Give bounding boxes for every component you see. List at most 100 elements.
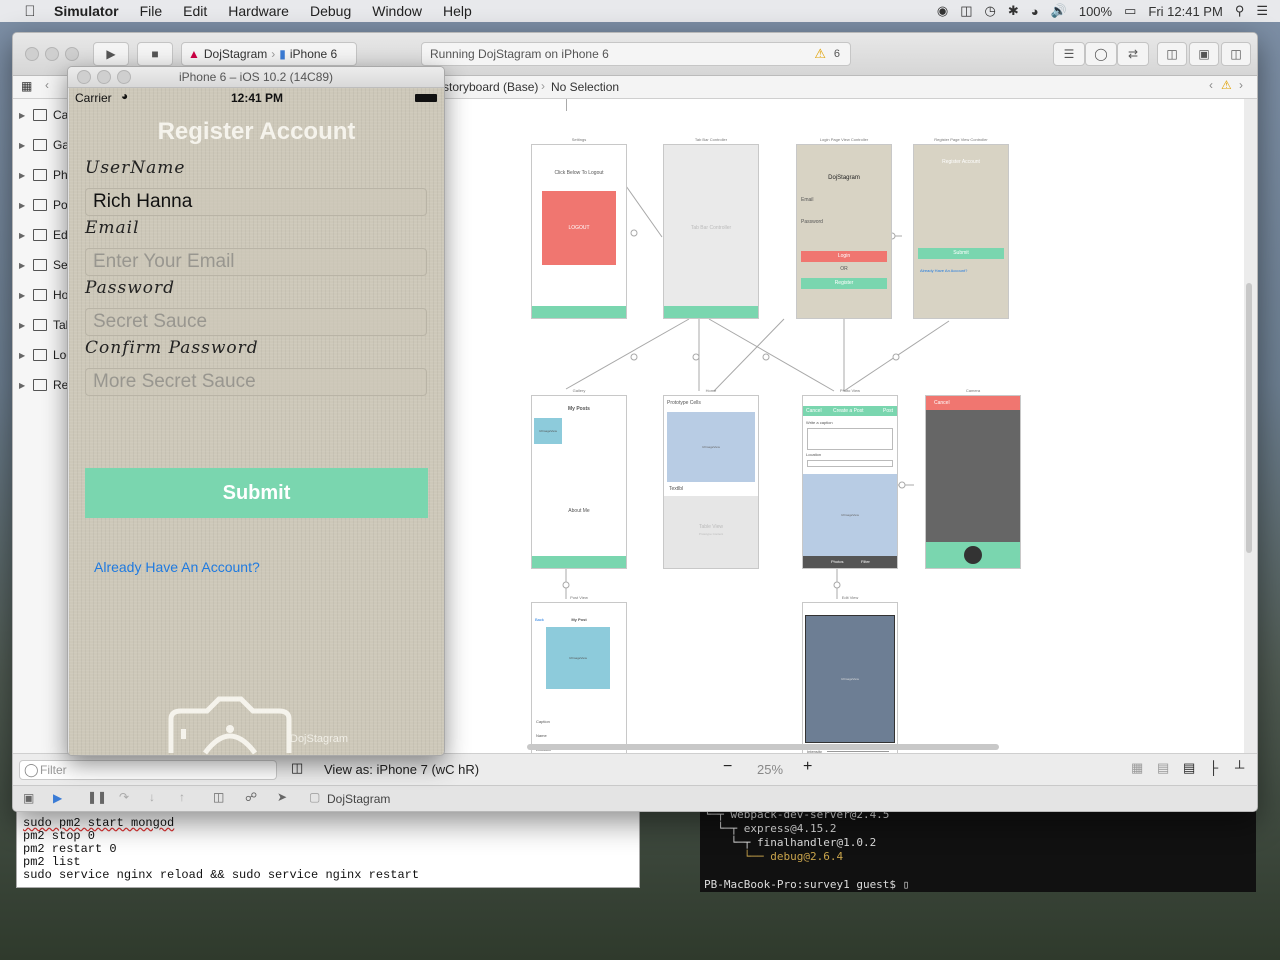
scene-gallery[interactable]: Gallery My Posts UIImageView About Me bbox=[531, 388, 627, 569]
outline-toggle-icon[interactable]: ◫ bbox=[291, 760, 303, 776]
breakpoints-icon[interactable]: ▶ bbox=[53, 791, 62, 805]
grid-icon[interactable]: ▦ bbox=[21, 79, 32, 93]
storyboard-canvas[interactable]: Settings Click Below To Logout LOGOUT Ta… bbox=[444, 99, 1244, 775]
disclosure-triangle-icon[interactable]: ▶ bbox=[19, 351, 29, 360]
apple-icon[interactable]:  bbox=[20, 3, 40, 20]
standard-editor-button[interactable]: ☰ bbox=[1053, 42, 1085, 66]
background-terminal[interactable]: └─┬ webpack-dev-server@2.4.5 └─┬ express… bbox=[700, 808, 1256, 892]
post-label[interactable]: Post bbox=[883, 408, 893, 414]
photos-label[interactable]: Photos bbox=[831, 559, 843, 564]
scheme-selector[interactable]: ▲ DojStagram › ▮ iPhone 6 bbox=[181, 42, 357, 66]
run-button[interactable]: ▶ bbox=[93, 42, 129, 66]
warning-icon[interactable]: ⚠ bbox=[814, 46, 826, 62]
update-frames-icon[interactable]: ▦ bbox=[1131, 760, 1143, 776]
outline-row[interactable]: ▶ Edi bbox=[19, 225, 70, 245]
scene-login[interactable]: Login Page View Controller DojStagram Em… bbox=[796, 137, 892, 319]
display-icon[interactable]: ◫ bbox=[960, 3, 972, 19]
jumpbar-file[interactable]: storyboard (Base) bbox=[443, 80, 538, 94]
zoom-window-button[interactable] bbox=[117, 70, 131, 84]
time-machine-icon[interactable]: ◷ bbox=[985, 3, 996, 19]
battery-percent[interactable]: 100% bbox=[1079, 4, 1112, 19]
outline-row[interactable]: ▶ Ca bbox=[19, 105, 68, 125]
background-text-editor[interactable]: sudo pm2 start mongod pm2 stop 0 pm2 res… bbox=[16, 810, 640, 888]
menu-file[interactable]: File bbox=[140, 3, 163, 19]
menu-app-name[interactable]: Simulator bbox=[54, 3, 119, 19]
disclosure-triangle-icon[interactable]: ▶ bbox=[19, 171, 29, 180]
step-into-icon[interactable]: ↓ bbox=[149, 790, 155, 804]
zoom-out-button[interactable]: − bbox=[723, 758, 732, 776]
password-field[interactable]: Secret Sauce bbox=[85, 308, 427, 336]
outline-row[interactable]: ▶ Log bbox=[19, 345, 73, 365]
submit-button[interactable]: Submit bbox=[85, 468, 428, 518]
prev-issue-icon[interactable]: ‹ bbox=[1209, 78, 1213, 92]
disclosure-triangle-icon[interactable]: ▶ bbox=[19, 321, 29, 330]
logout-button[interactable]: LOGOUT bbox=[542, 191, 616, 265]
back-arrow-icon[interactable]: ‹ bbox=[45, 78, 49, 92]
username-field[interactable]: Rich Hanna bbox=[85, 188, 427, 216]
login-button[interactable]: Login bbox=[801, 251, 887, 262]
location-arrow-icon[interactable]: ➤ bbox=[277, 790, 287, 804]
already-have-account-link[interactable]: Already Have An Account? bbox=[94, 559, 260, 575]
memory-graph-icon[interactable]: ☍ bbox=[245, 790, 257, 804]
menu-hardware[interactable]: Hardware bbox=[228, 3, 289, 19]
terminal-prompt[interactable]: PB-MacBook-Pro:survey1 guest$ bbox=[704, 878, 896, 891]
outline-row[interactable]: ▶ Set bbox=[19, 255, 71, 275]
scene-photo-view[interactable]: Photo View Cancel Create a Post Post Wri… bbox=[802, 388, 898, 569]
disclosure-triangle-icon[interactable]: ▶ bbox=[19, 201, 29, 210]
minimize-window-button[interactable] bbox=[45, 47, 59, 61]
stop-button[interactable]: ■ bbox=[137, 42, 173, 66]
menu-debug[interactable]: Debug bbox=[310, 3, 351, 19]
toggle-utilities-button[interactable]: ◫ bbox=[1221, 42, 1251, 66]
close-window-button[interactable] bbox=[77, 70, 91, 84]
assistant-editor-button[interactable]: ◯ bbox=[1085, 42, 1117, 66]
already-account-link[interactable]: Already Have An Account? bbox=[920, 268, 967, 273]
disclosure-triangle-icon[interactable]: ▶ bbox=[19, 111, 29, 120]
outline-row[interactable]: ▶ Tab bbox=[19, 315, 72, 335]
scheme-project[interactable]: DojStagram bbox=[204, 47, 267, 61]
toggle-navigator-button[interactable]: ◫ bbox=[1157, 42, 1187, 66]
filter-field[interactable]: ◯ Filter bbox=[19, 760, 277, 780]
intensity-slider[interactable] bbox=[827, 751, 889, 752]
volume-icon[interactable]: 🔊 bbox=[1051, 3, 1067, 19]
align-icon[interactable]: ├ bbox=[1209, 760, 1218, 775]
status-icon[interactable]: ◉ bbox=[937, 3, 948, 19]
scene-tab-bar-controller[interactable]: Tab Bar Controller Tab Bar Controller bbox=[663, 137, 759, 319]
view-as-label[interactable]: View as: iPhone 7 (wC hR) bbox=[324, 762, 479, 777]
disclosure-triangle-icon[interactable]: ▶ bbox=[19, 381, 29, 390]
pause-icon[interactable]: ❚❚ bbox=[87, 790, 107, 804]
jumpbar-selection[interactable]: No Selection bbox=[551, 80, 619, 94]
bluetooth-icon[interactable]: ✱ bbox=[1008, 3, 1019, 19]
outline-row[interactable]: ▶ Gal bbox=[19, 135, 72, 155]
pin-icon[interactable]: ┴ bbox=[1235, 760, 1244, 775]
caption-field[interactable] bbox=[807, 428, 893, 450]
wifi-icon[interactable]: ◕ bbox=[1031, 4, 1039, 19]
disclosure-triangle-icon[interactable]: ▶ bbox=[19, 291, 29, 300]
zoom-in-button[interactable]: + bbox=[803, 758, 812, 776]
toggle-debug-area-button[interactable]: ▣ bbox=[1189, 42, 1219, 66]
scene-register[interactable]: Register Page View Controller Register A… bbox=[913, 137, 1009, 319]
email-field[interactable]: Enter Your Email bbox=[85, 248, 427, 276]
outline-row[interactable]: ▶ Ho bbox=[19, 285, 68, 305]
disclosure-triangle-icon[interactable]: ▶ bbox=[19, 231, 29, 240]
vertical-scrollbar[interactable] bbox=[1246, 283, 1252, 553]
step-out-icon[interactable]: ↑ bbox=[179, 790, 185, 804]
submit-button[interactable]: Submit bbox=[918, 248, 1004, 259]
cancel-label[interactable]: Cancel bbox=[806, 408, 822, 414]
zoom-window-button[interactable] bbox=[65, 47, 79, 61]
spotlight-icon[interactable]: ⚲ bbox=[1235, 3, 1245, 19]
warning-count[interactable]: 6 bbox=[834, 48, 840, 60]
confirm-password-field[interactable]: More Secret Sauce bbox=[85, 368, 427, 396]
step-over-icon[interactable]: ↷ bbox=[119, 790, 129, 804]
disclosure-triangle-icon[interactable]: ▶ bbox=[19, 141, 29, 150]
warning-icon[interactable]: ⚠ bbox=[1221, 78, 1232, 92]
register-button[interactable]: Register bbox=[801, 278, 887, 289]
stack-icon[interactable]: ▤ bbox=[1183, 760, 1195, 776]
hide-debug-area-icon[interactable]: ▣ bbox=[23, 791, 34, 805]
embed-stack-icon[interactable]: ▤ bbox=[1157, 760, 1169, 776]
menu-window[interactable]: Window bbox=[372, 3, 422, 19]
scheme-device[interactable]: iPhone 6 bbox=[290, 47, 337, 61]
menu-help[interactable]: Help bbox=[443, 3, 472, 19]
next-issue-icon[interactable]: › bbox=[1239, 78, 1243, 92]
outline-row[interactable]: ▶ Pos bbox=[19, 195, 74, 215]
filter-label[interactable]: Filter bbox=[861, 559, 870, 564]
